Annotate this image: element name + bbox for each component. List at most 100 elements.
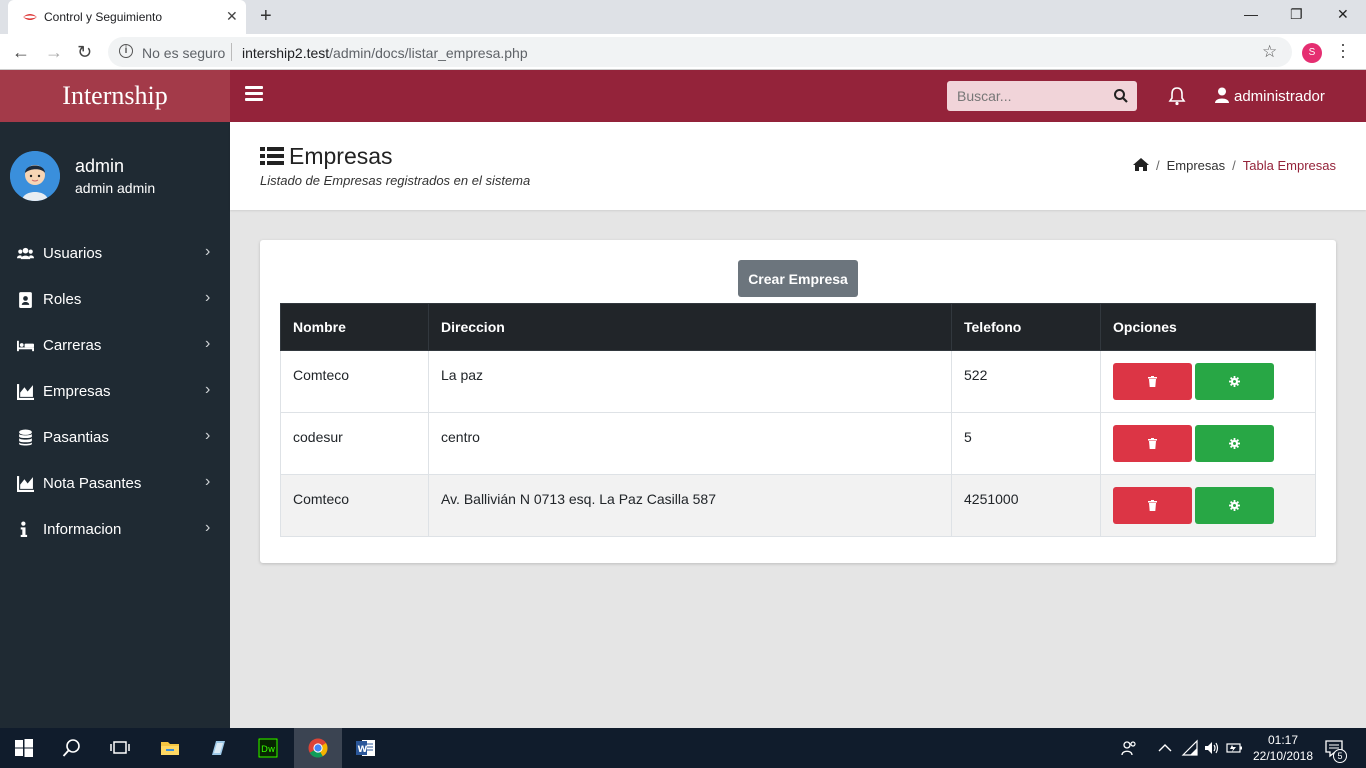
volume-icon[interactable] bbox=[1203, 739, 1221, 757]
chevron-up-icon[interactable] bbox=[1156, 739, 1174, 757]
taskbar-file-explorer[interactable] bbox=[146, 728, 194, 768]
chevron-right-icon: › bbox=[205, 243, 211, 260]
id-card-icon bbox=[19, 292, 32, 308]
cell-nombre: Comteco bbox=[280, 474, 429, 537]
info-icon[interactable]: i bbox=[119, 44, 133, 58]
back-icon[interactable]: ← bbox=[12, 42, 30, 63]
bed-icon bbox=[17, 340, 34, 352]
edit-button[interactable] bbox=[1195, 425, 1274, 462]
delete-button[interactable] bbox=[1113, 363, 1192, 400]
taskbar-chrome[interactable] bbox=[294, 728, 342, 768]
omnibox-divider bbox=[231, 43, 232, 61]
sidebar-item-label: Informacion bbox=[43, 521, 122, 538]
clock-time: 01:17 bbox=[1267, 733, 1299, 747]
new-tab-icon[interactable]: + bbox=[260, 5, 272, 28]
security-label[interactable]: No es seguro bbox=[142, 45, 225, 61]
column-header-telefono: Telefono bbox=[951, 303, 1101, 351]
system-clock[interactable]: 01:17 22/10/2018 bbox=[1248, 732, 1318, 764]
sidebar-item-roles[interactable]: Roles › bbox=[0, 280, 230, 320]
sidebar-item-usuarios[interactable]: Usuarios › bbox=[0, 234, 230, 274]
trash-icon bbox=[1148, 500, 1157, 511]
sidebar-item-label: Nota Pasantes bbox=[43, 475, 142, 492]
wifi-icon[interactable] bbox=[1181, 739, 1199, 757]
cell-opciones bbox=[1100, 474, 1316, 537]
gear-icon bbox=[1229, 438, 1240, 449]
browser-menu-icon[interactable]: · · · bbox=[1340, 35, 1346, 65]
page-title: Empresas bbox=[289, 143, 393, 169]
cell-direccion: Av. Ballivián N 0713 esq. La Paz Casilla… bbox=[428, 474, 952, 537]
site-favicon-icon bbox=[23, 14, 37, 20]
info-icon bbox=[20, 521, 28, 537]
taskbar: Dw W 01:17 22/10/2018 5 bbox=[0, 728, 1366, 768]
clock-date: 22/10/2018 bbox=[1252, 749, 1314, 763]
browser-toolbar: ← → ↻ i No es seguro intership2.test/adm… bbox=[0, 34, 1366, 70]
column-header-direccion: Direccion bbox=[428, 303, 952, 351]
dreamweaver-icon: Dw bbox=[258, 738, 278, 758]
breadcrumb-tabla-empresas: Tabla Empresas bbox=[1242, 158, 1336, 173]
forward-icon[interactable]: → bbox=[45, 42, 63, 63]
svg-text:Dw: Dw bbox=[261, 745, 275, 755]
cell-telefono: 5 bbox=[951, 412, 1101, 475]
restore-icon[interactable]: ❐ bbox=[1290, 6, 1303, 23]
app-brand[interactable]: Internship bbox=[0, 70, 230, 122]
avatar bbox=[10, 151, 60, 201]
table-row: Comteco Av. Ballivián N 0713 esq. La Paz… bbox=[280, 474, 1316, 537]
cell-telefono: 4251000 bbox=[951, 474, 1101, 537]
home-icon[interactable] bbox=[1133, 158, 1149, 171]
sidebar-toggle-icon[interactable] bbox=[245, 86, 263, 102]
sidebar-item-label: Empresas bbox=[43, 383, 111, 400]
browser-tab[interactable]: Control y Seguimiento ✕ bbox=[8, 0, 246, 34]
window-close-icon[interactable]: ✕ bbox=[1337, 6, 1349, 23]
cell-direccion: La paz bbox=[428, 350, 952, 413]
user-icon bbox=[1215, 87, 1229, 103]
sidebar-item-nota-pasantes[interactable]: Nota Pasantes › bbox=[0, 464, 230, 504]
people-icon[interactable] bbox=[1120, 739, 1138, 757]
tab-title: Control y Seguimiento bbox=[44, 10, 163, 24]
search-icon[interactable] bbox=[1113, 88, 1129, 104]
breadcrumb: / Empresas / Tabla Empresas bbox=[1133, 158, 1336, 173]
tab-close-icon[interactable]: ✕ bbox=[226, 8, 238, 25]
sidebar-item-empresas[interactable]: Empresas › bbox=[0, 372, 230, 412]
taskbar-word[interactable]: W bbox=[342, 728, 390, 768]
bookmark-star-icon[interactable]: ☆ bbox=[1262, 42, 1277, 62]
sidebar-user-name: admin bbox=[75, 156, 125, 176]
address-bar[interactable]: i No es seguro intership2.test/admin/doc… bbox=[108, 37, 1292, 67]
search-input[interactable] bbox=[947, 81, 1107, 111]
column-header-opciones: Opciones bbox=[1100, 303, 1316, 351]
sidebar-item-label: Pasantias bbox=[43, 429, 109, 446]
reload-icon[interactable]: ↻ bbox=[77, 42, 92, 63]
user-menu[interactable]: administrador bbox=[1215, 87, 1325, 105]
taskbar-search[interactable] bbox=[48, 728, 96, 768]
bell-icon[interactable] bbox=[1167, 86, 1187, 106]
edit-button[interactable] bbox=[1195, 363, 1274, 400]
database-icon bbox=[19, 429, 32, 446]
task-view-button[interactable] bbox=[96, 728, 144, 768]
chevron-right-icon: › bbox=[205, 473, 211, 490]
breadcrumb-empresas[interactable]: Empresas bbox=[1167, 158, 1226, 173]
sidebar-item-label: Roles bbox=[43, 291, 82, 308]
sidebar-item-pasantias[interactable]: Pasantias › bbox=[0, 418, 230, 458]
folder-icon bbox=[161, 742, 179, 755]
profile-avatar[interactable]: S bbox=[1302, 43, 1322, 63]
sidebar-item-informacion[interactable]: Informacion › bbox=[0, 510, 230, 550]
delete-button[interactable] bbox=[1113, 425, 1192, 462]
sidebar-item-carreras[interactable]: Carreras › bbox=[0, 326, 230, 366]
taskbar-app[interactable] bbox=[194, 728, 242, 768]
user-menu-label: administrador bbox=[1234, 88, 1325, 105]
avatar-face-icon bbox=[10, 151, 60, 201]
minimize-icon[interactable]: — bbox=[1244, 6, 1258, 22]
cell-nombre: Comteco bbox=[280, 350, 429, 413]
create-empresa-button[interactable]: Crear Empresa bbox=[738, 260, 858, 297]
table-row: Comteco La paz 522 bbox=[280, 350, 1316, 413]
url-text[interactable]: intership2.test/admin/docs/listar_empres… bbox=[242, 45, 528, 61]
taskbar-dreamweaver[interactable]: Dw bbox=[244, 728, 292, 768]
edit-button[interactable] bbox=[1195, 487, 1274, 524]
chevron-right-icon: › bbox=[205, 519, 211, 536]
search-icon bbox=[62, 739, 80, 757]
cell-direccion: centro bbox=[428, 412, 952, 475]
delete-button[interactable] bbox=[1113, 487, 1192, 524]
battery-icon[interactable] bbox=[1226, 739, 1244, 757]
list-icon bbox=[260, 147, 284, 165]
sidebar-item-label: Carreras bbox=[43, 337, 102, 354]
start-button[interactable] bbox=[0, 728, 48, 768]
